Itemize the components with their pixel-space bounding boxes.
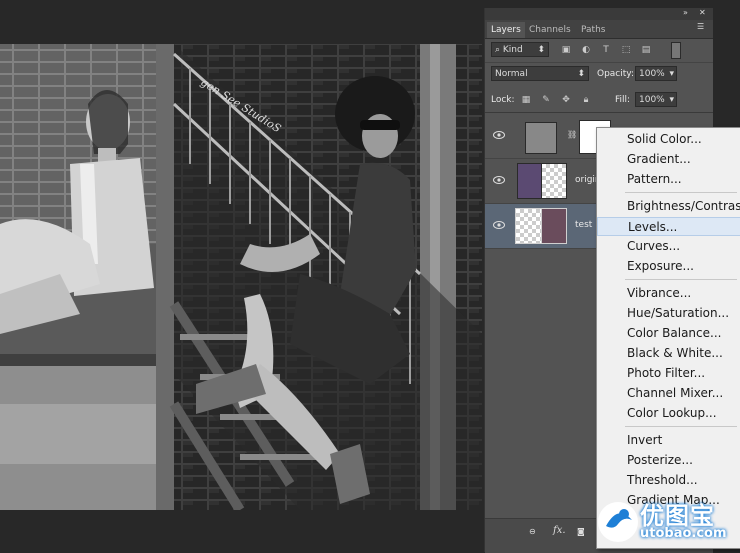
fill-label: Fill:	[615, 95, 631, 105]
canvas-photo: gen See StudioS	[0, 44, 482, 510]
chevron-down-icon: ⬍	[537, 45, 545, 55]
menu-item-color-balance[interactable]: Color Balance...	[597, 324, 740, 343]
visibility-eye-icon[interactable]	[493, 130, 505, 140]
blend-mode-select[interactable]: Normal ⬍	[491, 66, 589, 81]
visibility-eye-icon[interactable]	[493, 175, 505, 185]
filter-adjustment-icon[interactable]: ◐	[581, 45, 591, 55]
lock-image-icon[interactable]: ✎	[541, 95, 551, 105]
menu-item-photo-filter[interactable]: Photo Filter...	[597, 364, 740, 383]
filter-kind-select[interactable]: ⌕ Kind ⬍	[491, 42, 549, 57]
filter-kind-value: Kind	[502, 45, 523, 55]
divider	[485, 62, 713, 63]
filter-toggle[interactable]	[671, 42, 681, 59]
filter-type-icon[interactable]: T	[601, 45, 611, 55]
filter-shape-icon[interactable]: ⬚	[621, 45, 631, 55]
fill-value: 100%	[639, 95, 665, 105]
menu-item-exposure[interactable]: Exposure...	[597, 257, 740, 276]
adjustment-layer-menu: Solid Color... Gradient... Pattern... Br…	[596, 127, 740, 549]
add-layer-style-button[interactable]: fx.	[553, 525, 566, 536]
menu-item-solid-color[interactable]: Solid Color...	[597, 130, 740, 149]
menu-item-invert[interactable]: Invert	[597, 431, 740, 450]
panel-title-bar: » ✕	[485, 8, 713, 20]
collapse-icon[interactable]: »	[683, 8, 688, 17]
chevron-down-icon: ▾	[669, 95, 674, 105]
menu-separator	[625, 426, 737, 427]
menu-item-hue-saturation[interactable]: Hue/Saturation...	[597, 304, 740, 323]
layer-thumbnail	[541, 208, 567, 244]
tab-paths[interactable]: Paths	[577, 22, 609, 38]
layer-thumbnail-transparent	[515, 208, 543, 244]
menu-separator	[625, 192, 737, 193]
menu-item-black-white[interactable]: Black & White...	[597, 344, 740, 363]
close-panel-icon[interactable]: ✕	[699, 8, 706, 17]
menu-item-channel-mixer[interactable]: Channel Mixer...	[597, 384, 740, 403]
site-watermark: 优图宝 utobao.com	[596, 494, 740, 552]
lock-transparent-icon[interactable]: ▦	[521, 95, 531, 105]
filter-smart-object-icon[interactable]: ▤	[641, 45, 651, 55]
blend-mode-value: Normal	[495, 69, 528, 79]
opacity-input[interactable]: 100% ▾	[635, 66, 677, 81]
add-mask-icon[interactable]: ◙	[577, 527, 585, 536]
layer-name: test	[575, 220, 593, 230]
menu-item-vibrance[interactable]: Vibrance...	[597, 284, 740, 303]
chevron-down-icon: ▾	[669, 69, 674, 79]
panel-menu-icon[interactable]: ☰	[697, 22, 704, 31]
link-layers-icon[interactable]: ⊖	[529, 527, 536, 536]
menu-separator	[625, 279, 737, 280]
panel-tabs: Layers Channels Paths ☰	[485, 20, 713, 39]
brand-url: utobao.com	[640, 526, 727, 541]
menu-item-brightness-contrast[interactable]: Brightness/Contrast...	[597, 197, 740, 216]
lock-all-icon[interactable]: 🔒︎	[581, 95, 591, 105]
tab-layers[interactable]: Layers	[487, 22, 525, 38]
menu-item-levels[interactable]: Levels...	[597, 217, 740, 236]
filter-pixel-icon[interactable]: ▣	[561, 45, 571, 55]
layer-thumbnail-transparent	[541, 163, 567, 199]
menu-item-pattern[interactable]: Pattern...	[597, 170, 740, 189]
lock-label: Lock:	[491, 95, 515, 105]
link-chain-icon[interactable]: ⛓	[567, 130, 577, 139]
fill-input[interactable]: 100% ▾	[635, 92, 677, 107]
menu-item-posterize[interactable]: Posterize...	[597, 451, 740, 470]
chevron-down-icon: ⬍	[577, 69, 585, 79]
tab-channels[interactable]: Channels	[525, 22, 575, 38]
menu-item-threshold[interactable]: Threshold...	[597, 471, 740, 490]
search-icon: ⌕	[495, 45, 503, 55]
divider	[485, 112, 713, 113]
adjustment-layer-thumbnail	[525, 122, 557, 154]
menu-item-color-lookup[interactable]: Color Lookup...	[597, 404, 740, 423]
brand-logo-icon	[598, 502, 638, 542]
visibility-eye-icon[interactable]	[493, 220, 505, 230]
layer-thumbnail	[517, 163, 543, 199]
opacity-label: Opacity:	[597, 69, 634, 79]
lock-position-icon[interactable]: ✥	[561, 95, 571, 105]
menu-item-curves[interactable]: Curves...	[597, 237, 740, 256]
opacity-value: 100%	[639, 69, 665, 79]
menu-item-gradient[interactable]: Gradient...	[597, 150, 740, 169]
